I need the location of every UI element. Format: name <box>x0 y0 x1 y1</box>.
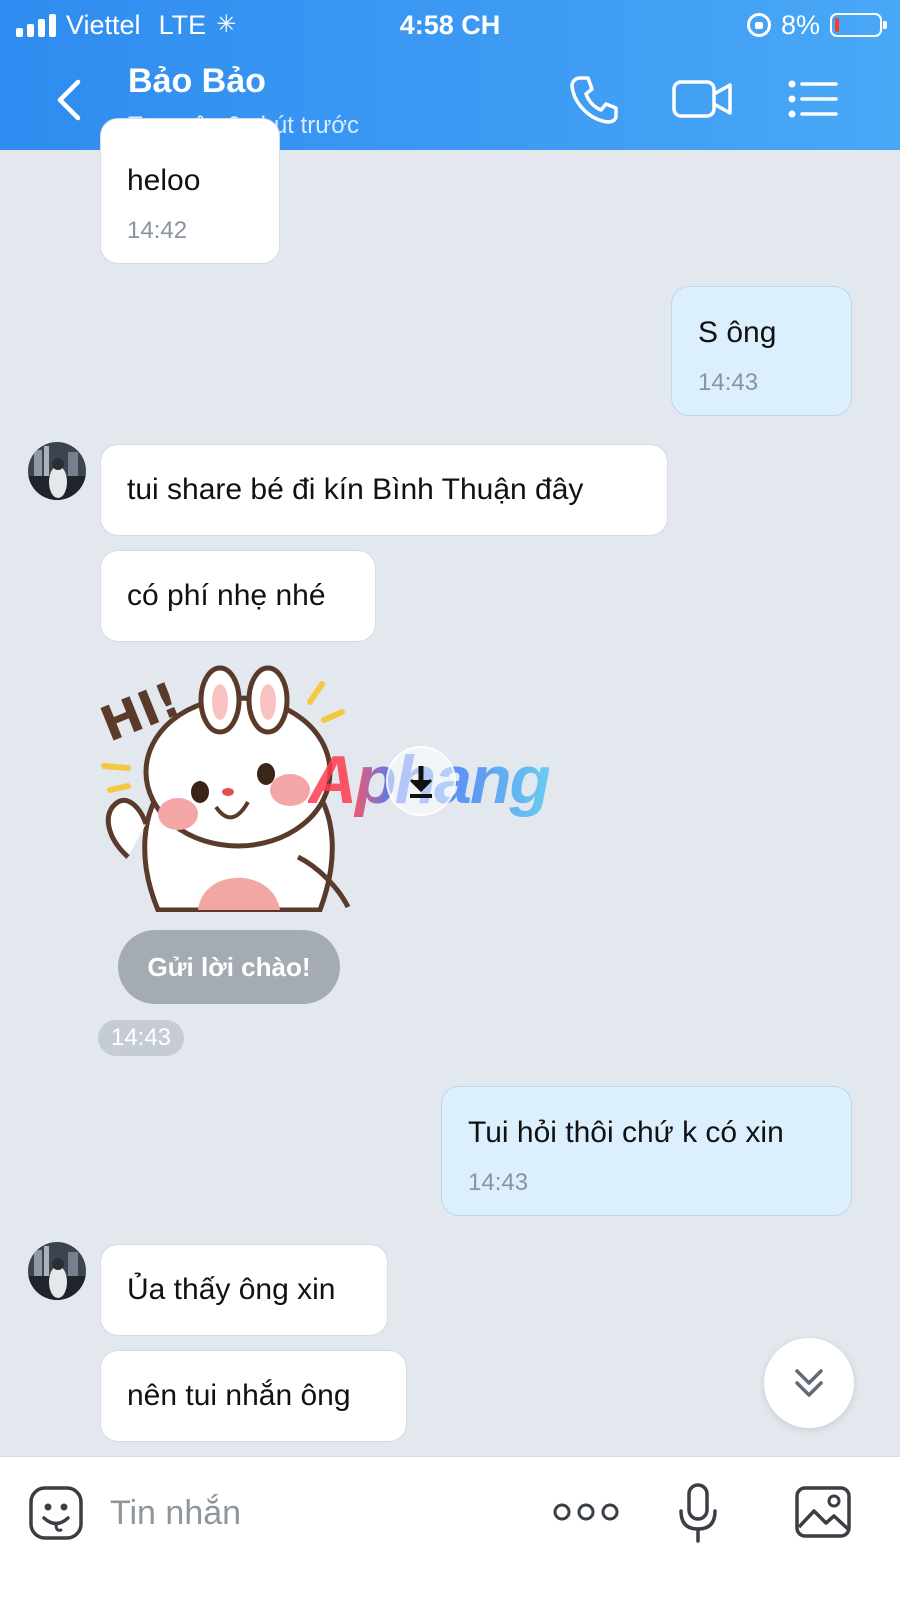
contact-name[interactable]: Bảo Bảo <box>128 62 266 101</box>
message-time: 14:43 <box>98 1020 184 1056</box>
message-composer <box>0 1456 900 1600</box>
contact-avatar[interactable] <box>28 1242 86 1300</box>
image-picker-button[interactable] <box>794 1483 852 1541</box>
voice-message-button[interactable] <box>676 1481 720 1545</box>
more-options-button[interactable] <box>552 1497 620 1527</box>
more-dots-icon <box>553 1503 619 1521</box>
avatar-image <box>28 442 86 500</box>
message-input[interactable] <box>110 1487 510 1539</box>
double-chevron-down-icon <box>795 1369 823 1397</box>
message-bubble-received[interactable]: nên tui nhắn ông <box>100 1350 407 1442</box>
menu-button[interactable] <box>784 74 840 124</box>
sticker-button[interactable] <box>28 1485 84 1541</box>
avatar-image <box>28 1242 86 1300</box>
status-bar-right: 8% <box>746 8 887 42</box>
message-text: tui share bé đi kín Bình Thuận đây <box>127 473 584 506</box>
download-arrow-icon <box>409 766 433 798</box>
battery-percent: 8% <box>780 10 820 40</box>
microphone-icon <box>679 1483 717 1543</box>
message-time: 14:42 <box>127 217 188 244</box>
download-button[interactable] <box>386 746 456 816</box>
battery-icon <box>830 13 887 37</box>
back-button[interactable] <box>48 72 92 128</box>
video-call-button[interactable] <box>670 74 736 124</box>
scroll-to-bottom-button[interactable] <box>764 1338 854 1428</box>
message-text: heloo <box>127 164 201 197</box>
message-time: 14:43 <box>468 1169 529 1196</box>
message-time: 14:43 <box>698 369 759 396</box>
message-bubble-sent[interactable]: S ông 14:43 <box>671 286 852 416</box>
message-bubble-received[interactable]: Ủa thấy ông xin <box>100 1244 388 1336</box>
contact-avatar[interactable] <box>28 442 86 500</box>
message-bubble-received[interactable]: heloo 14:42 <box>100 118 280 264</box>
list-menu-icon <box>788 80 838 118</box>
message-text: S ông <box>698 316 777 349</box>
image-icon <box>795 1486 851 1538</box>
message-text: Tui hỏi thôi chứ k có xin <box>468 1116 784 1149</box>
send-greeting-button[interactable]: Gửi lời chào! <box>118 930 340 1004</box>
chevron-left-icon <box>57 79 81 121</box>
message-bubble-sent[interactable]: Tui hỏi thôi chứ k có xin 14:43 <box>441 1086 852 1216</box>
message-text: có phí nhẹ nhé <box>127 579 326 612</box>
video-camera-icon <box>672 80 732 118</box>
message-bubble-received[interactable]: tui share bé đi kín Bình Thuận đây <box>100 444 668 536</box>
message-text: Ủa thấy ông xin <box>127 1273 336 1306</box>
message-text: nên tui nhắn ông <box>127 1379 351 1412</box>
voice-call-button[interactable] <box>566 72 622 128</box>
message-bubble-received[interactable]: có phí nhẹ nhé <box>100 550 376 642</box>
phone-icon <box>570 76 618 124</box>
rotation-lock-icon <box>746 13 771 37</box>
emoji-icon <box>29 1486 83 1540</box>
